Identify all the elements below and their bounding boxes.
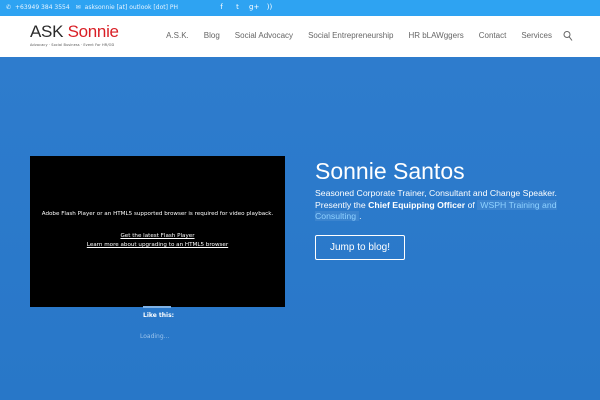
twitter-icon[interactable]: t [233, 3, 242, 11]
email-address: asksonnie [at] outlook [dot] PH [84, 4, 178, 11]
top-bar: ✆ +63949 384 3554 ✉ asksonnie [at] outlook… [0, 0, 600, 16]
logo-ask: ASK [30, 22, 64, 41]
rss-icon[interactable]: )) [265, 3, 274, 11]
contact-info: ✆ +63949 384 3554 ✉ asksonnie [at] outlook… [6, 4, 182, 11]
site-logo[interactable]: ASK Sonnie Advocacy · Social Business · … [30, 23, 130, 53]
nav-item-services[interactable]: Services [521, 31, 552, 40]
nav-item-hr-blawggers[interactable]: HR bLAWggers [408, 31, 463, 40]
video-fallback-message: Adobe Flash Player or an HTML5 supported… [41, 211, 274, 217]
hero-title: Sonnie Santos [315, 158, 465, 184]
logo-wordmark: ASK Sonnie [30, 23, 130, 41]
like-divider [143, 306, 171, 308]
nav-item-ask[interactable]: A.S.K. [166, 31, 189, 40]
nav-item-social-entrepreneurship[interactable]: Social Entrepreneurship [308, 31, 393, 40]
logo-tagline: Advocacy · Social Business · Event For H… [30, 43, 115, 47]
bio-of: of [467, 199, 475, 210]
search-icon[interactable] [563, 30, 573, 42]
social-links: f t g+ )) [217, 3, 274, 11]
html5-upgrade-link[interactable]: Learn more about upgrading to an HTML5 b… [30, 242, 285, 248]
phone-number: +63949 384 3554 [15, 4, 70, 11]
hero-bio: Seasoned Corporate Trainer, Consultant a… [315, 188, 565, 223]
email-icon: ✉ [75, 4, 81, 11]
main-nav: A.S.K. Blog Social Advocacy Social Entre… [166, 31, 552, 40]
logo-sonnie: Sonnie [67, 22, 119, 41]
phone-icon: ✆ [6, 4, 12, 11]
nav-item-contact[interactable]: Contact [479, 31, 507, 40]
nav-item-social-advocacy[interactable]: Social Advocacy [235, 31, 293, 40]
jump-to-blog-button[interactable]: Jump to blog! [315, 235, 405, 260]
nav-item-blog[interactable]: Blog [204, 31, 220, 40]
bio-end: . [359, 211, 362, 221]
flash-player-link[interactable]: Get the latest Flash Player [30, 233, 285, 239]
google-plus-icon[interactable]: g+ [249, 3, 259, 11]
bio-role: Chief Equipping Officer [368, 199, 466, 210]
like-heading: Like this: [143, 312, 175, 319]
likes-loading: Loading... [140, 333, 170, 340]
video-player[interactable]: Adobe Flash Player or an HTML5 supported… [30, 156, 285, 307]
facebook-icon[interactable]: f [217, 3, 226, 11]
main-header: ASK Sonnie Advocacy · Social Business · … [0, 16, 600, 57]
